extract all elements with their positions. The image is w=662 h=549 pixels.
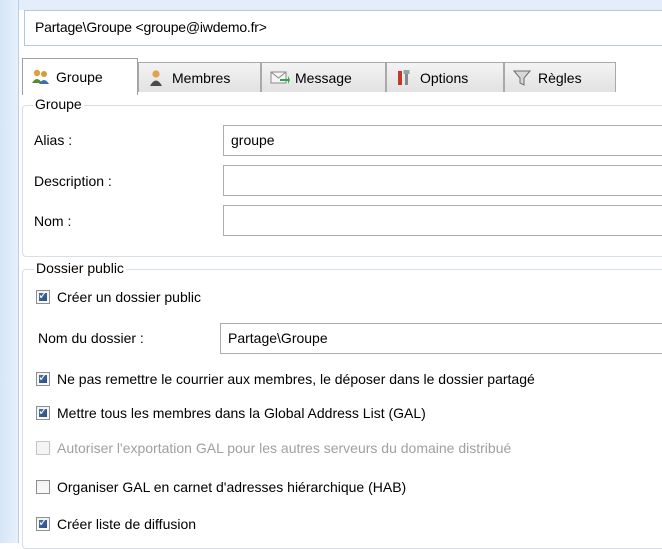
tab-strip: Groupe Membres Message Options Règles [22, 58, 662, 95]
tab-options[interactable]: Options [386, 62, 504, 92]
distribution-list-checkbox[interactable] [36, 515, 50, 531]
alias-value: groupe [231, 132, 275, 148]
distribution-list-row[interactable]: Créer liste de diffusion [36, 515, 197, 532]
tab-regles[interactable]: Règles [504, 62, 616, 92]
filter-icon [512, 69, 532, 87]
folder-name-label: Nom du dossier : [38, 330, 144, 346]
gal-members-checkbox[interactable] [36, 404, 50, 420]
distribution-list-label: Créer liste de diffusion [57, 516, 197, 532]
dossier-public-legend: Dossier public [34, 260, 126, 276]
hab-row[interactable]: Organiser GAL en carnet d'adresses hiéra… [36, 479, 406, 495]
window-title-field: Partage\Groupe <groupe@iwdemo.fr> [24, 10, 662, 46]
window-frame-left [0, 0, 19, 543]
nom-label: Nom : [34, 213, 72, 229]
nom-input[interactable] [223, 205, 662, 236]
tab-label: Options [420, 69, 469, 86]
group-icon [31, 68, 49, 86]
tab-groupe[interactable]: Groupe [22, 58, 138, 95]
message-icon [270, 69, 290, 87]
gal-members-label: Mettre tous les membres dans la Global A… [57, 405, 426, 421]
description-label: Description : [34, 173, 112, 189]
tab-panel-groupe: Groupe Alias : groupe Description : Nom … [22, 94, 662, 549]
create-public-folder-checkbox[interactable] [36, 288, 50, 304]
create-public-folder-row[interactable]: Créer un dossier public [36, 288, 201, 305]
members-icon [147, 69, 165, 87]
no-deliver-label: Ne pas remettre le courrier aux membres,… [57, 371, 535, 387]
no-deliver-checkbox[interactable] [36, 370, 50, 386]
hab-checkbox[interactable] [36, 480, 50, 494]
window-frame-top [0, 0, 662, 10]
tab-membres[interactable]: Membres [138, 62, 261, 92]
gal-members-row[interactable]: Mettre tous les membres dans la Global A… [36, 404, 426, 421]
tab-message[interactable]: Message [261, 62, 386, 92]
options-icon [395, 69, 413, 87]
tab-label: Groupe [56, 69, 103, 85]
hab-label: Organiser GAL en carnet d'adresses hiéra… [57, 479, 407, 495]
gal-export-label: Autoriser l'exportation GAL pour les aut… [57, 440, 512, 456]
alias-label: Alias : [34, 132, 73, 148]
no-deliver-row[interactable]: Ne pas remettre le courrier aux membres,… [36, 370, 535, 387]
gal-export-checkbox [36, 441, 50, 455]
folder-name-value: Partage\Groupe [228, 330, 328, 346]
tab-label: Message [295, 69, 352, 86]
gal-export-row: Autoriser l'exportation GAL pour les aut… [36, 440, 511, 456]
tab-label: Membres [172, 69, 231, 86]
window-title: Partage\Groupe <groupe@iwdemo.fr> [35, 19, 267, 35]
alias-input[interactable]: groupe [223, 125, 662, 156]
groupe-legend: Groupe [33, 96, 84, 112]
tab-label: Règles [538, 69, 582, 86]
description-input[interactable] [223, 165, 662, 196]
folder-name-input[interactable]: Partage\Groupe [220, 323, 662, 354]
create-public-folder-label: Créer un dossier public [57, 289, 201, 305]
